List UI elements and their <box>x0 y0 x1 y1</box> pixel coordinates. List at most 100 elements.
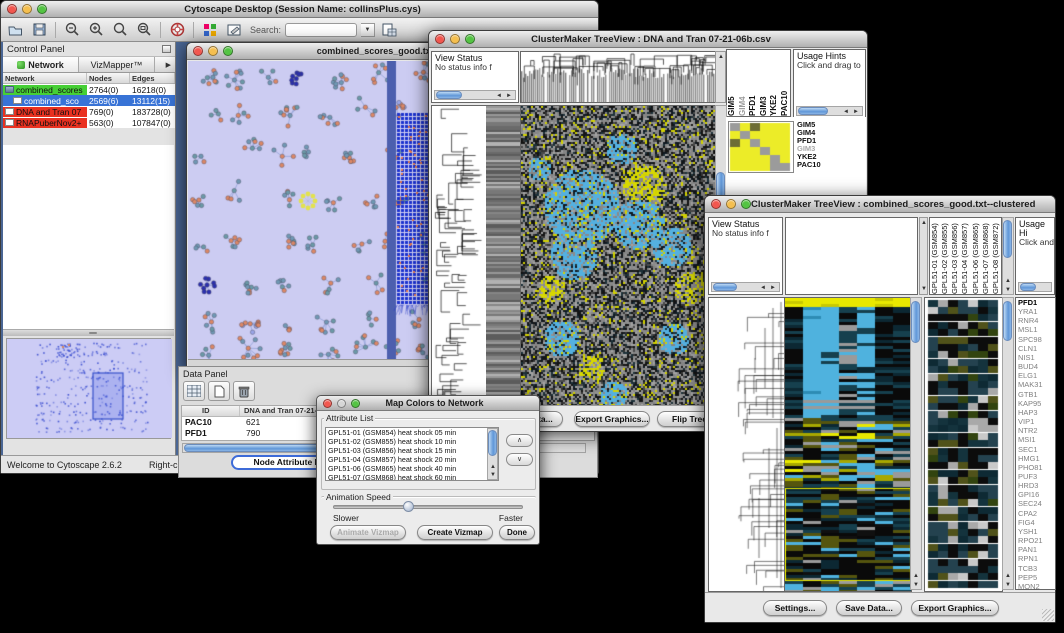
minimize-button[interactable] <box>337 399 346 408</box>
resize-grip[interactable] <box>1042 609 1054 621</box>
move-down-button[interactable]: ∨ <box>506 453 533 466</box>
close-button[interactable] <box>435 34 445 44</box>
hscroll-thumb[interactable] <box>1020 283 1036 291</box>
search-dropdown-arrow[interactable]: ▼ <box>361 23 375 37</box>
scroll-down-icon[interactable] <box>1003 287 1013 293</box>
zoom-matrix-canvas[interactable] <box>728 121 794 173</box>
main-titlebar[interactable]: Cytoscape Desktop (Session Name: collins… <box>1 1 598 18</box>
dialog-titlebar[interactable]: Map Colors to Network <box>317 396 539 411</box>
create-vizmap-button[interactable]: Create Vizmap <box>417 525 493 540</box>
scroll-right-icon[interactable] <box>504 93 514 99</box>
hints-hscrollbar[interactable] <box>1018 282 1052 292</box>
minimize-button[interactable] <box>450 34 460 44</box>
hints-hscrollbar[interactable] <box>796 106 863 116</box>
treeview-combined-titlebar[interactable]: ClusterMaker TreeView : combined_scores_… <box>705 196 1055 213</box>
zoom-button[interactable] <box>37 4 47 14</box>
animate-vizmap-button[interactable]: Animate Vizmap <box>330 525 406 540</box>
zoom-button[interactable] <box>351 399 360 408</box>
zoom-button[interactable] <box>223 46 233 56</box>
tab-vizmapper[interactable]: VizMapper™ <box>79 57 155 72</box>
scroll-up-icon[interactable] <box>1003 278 1013 284</box>
hscroll-thumb[interactable] <box>798 107 828 115</box>
help-lifering-icon[interactable] <box>167 20 187 39</box>
table-row[interactable]: DNA and Tran 07 769(0) 183728(0) <box>3 106 175 117</box>
open-file-icon[interactable] <box>5 20 25 39</box>
tab-network[interactable]: Network <box>3 57 79 72</box>
vscroll-thumb[interactable] <box>488 430 497 456</box>
heatmap-vscrollbar[interactable] <box>910 297 922 590</box>
network-table-header[interactable]: Network Nodes Edges <box>3 73 175 84</box>
genelist-vscrollbar[interactable] <box>1002 297 1014 590</box>
vizmapper-icon[interactable] <box>200 20 220 39</box>
zoom-selected-icon[interactable] <box>110 20 130 39</box>
close-button[interactable] <box>711 199 721 209</box>
row-dendrogram-canvas[interactable] <box>708 297 785 592</box>
scroll-right-icon[interactable] <box>851 109 861 115</box>
speed-slider-thumb[interactable] <box>403 501 414 512</box>
attribute-list-vscrollbar[interactable] <box>487 428 498 480</box>
export-graphics-button[interactable]: Export Graphics... <box>574 411 650 427</box>
scroll-down-icon[interactable] <box>919 286 929 292</box>
new-attribute-icon[interactable] <box>208 381 230 401</box>
birdseye-view[interactable] <box>6 338 171 439</box>
zoom-out-icon[interactable] <box>62 20 82 39</box>
table-row[interactable]: combined_scores 2764(0) 16218(0) <box>3 84 175 95</box>
scroll-down-icon[interactable] <box>1003 582 1013 588</box>
scroll-left-icon[interactable] <box>494 93 504 99</box>
zoom-fit-icon[interactable] <box>134 20 154 39</box>
move-up-button[interactable]: ∧ <box>506 434 533 447</box>
heatmap-canvas[interactable] <box>784 297 912 592</box>
vscroll-thumb[interactable] <box>1003 301 1012 341</box>
close-button[interactable] <box>7 4 17 14</box>
tab-overflow-arrow[interactable] <box>155 57 175 72</box>
matrix-row-labels[interactable]: GIM5GIM4PFD1GIM3YKE2PAC10 <box>797 121 863 173</box>
attribute-item[interactable]: GPL51-06 (GSM865) heat shock 40 min <box>328 464 498 473</box>
scroll-left-icon[interactable] <box>758 285 768 291</box>
attribute-item[interactable]: GPL51-04 (GSM857) heat shock 20 min <box>328 455 498 464</box>
attribute-list[interactable]: GPL51-01 (GSM854) heat shock 05 minGPL51… <box>325 427 499 481</box>
table-row[interactable]: combined_sco 2569(6) 13112(15) <box>3 95 175 106</box>
zoom-button[interactable] <box>741 199 751 209</box>
scroll-down-icon[interactable] <box>911 582 921 588</box>
import-table-icon[interactable] <box>379 20 399 39</box>
save-data-button[interactable]: Save Data... <box>836 600 902 616</box>
vscroll-thumb[interactable] <box>911 301 920 343</box>
column-labels-panel[interactable]: GPL51-01 (GSM854)GPL51-02 (GSM855)GPL51-… <box>929 217 1002 295</box>
scroll-down-icon[interactable] <box>488 472 498 478</box>
annotation-icon[interactable] <box>224 20 244 39</box>
select-attributes-icon[interactable] <box>183 381 205 401</box>
zoom-heatmap-canvas[interactable] <box>924 297 1003 592</box>
hscroll-thumb[interactable] <box>436 91 462 99</box>
attribute-item[interactable]: GPL51-03 (GSM856) heat shock 15 min <box>328 446 498 455</box>
delete-attribute-icon[interactable] <box>233 381 255 401</box>
done-button[interactable]: Done <box>499 525 535 540</box>
scroll-up-icon[interactable] <box>716 54 726 60</box>
birdseye-canvas[interactable] <box>7 339 172 438</box>
column-labels-panel[interactable]: GIM5GIM4PFD1GIM3YKE2PAC10 <box>726 49 791 117</box>
export-graphics-button[interactable]: Export Graphics... <box>911 600 999 616</box>
scroll-up-icon[interactable] <box>911 573 921 579</box>
scroll-left-icon[interactable] <box>841 109 851 115</box>
minimize-button[interactable] <box>22 4 32 14</box>
hscroll-thumb[interactable] <box>713 283 737 291</box>
treeview-dna-titlebar[interactable]: ClusterMaker TreeView : DNA and Tran 07-… <box>429 31 867 48</box>
labels-vscrollbar[interactable] <box>1002 217 1014 295</box>
row-dendrogram-canvas[interactable] <box>431 105 487 408</box>
scroll-up-icon[interactable] <box>488 464 498 470</box>
zoom-button[interactable] <box>465 34 475 44</box>
attribute-item[interactable]: GPL51-07 (GSM868) heat shock 60 min <box>328 473 498 481</box>
row-strip-canvas[interactable] <box>486 105 521 408</box>
zoom-in-icon[interactable] <box>86 20 106 39</box>
minimize-button[interactable] <box>726 199 736 209</box>
scroll-up-icon[interactable] <box>1003 573 1013 579</box>
scroll-up-icon[interactable] <box>919 220 929 226</box>
speed-slider-track[interactable] <box>333 505 523 509</box>
gene-label-list[interactable]: PFD1YRA1RNR4MSL1SPC98CLN1NIS1BUD4ELG1MAK… <box>1015 297 1056 590</box>
scroll-right-icon[interactable] <box>768 285 778 291</box>
table-row[interactable]: RNAPuberNov2+ 563(0) 107847(0) <box>3 117 175 128</box>
settings-button[interactable]: Settings... <box>763 600 827 616</box>
minimize-button[interactable] <box>208 46 218 56</box>
vscroll-thumb[interactable] <box>1003 220 1012 258</box>
panel-split-handle[interactable] <box>3 330 174 336</box>
column-dendrogram-panel[interactable] <box>785 217 918 295</box>
